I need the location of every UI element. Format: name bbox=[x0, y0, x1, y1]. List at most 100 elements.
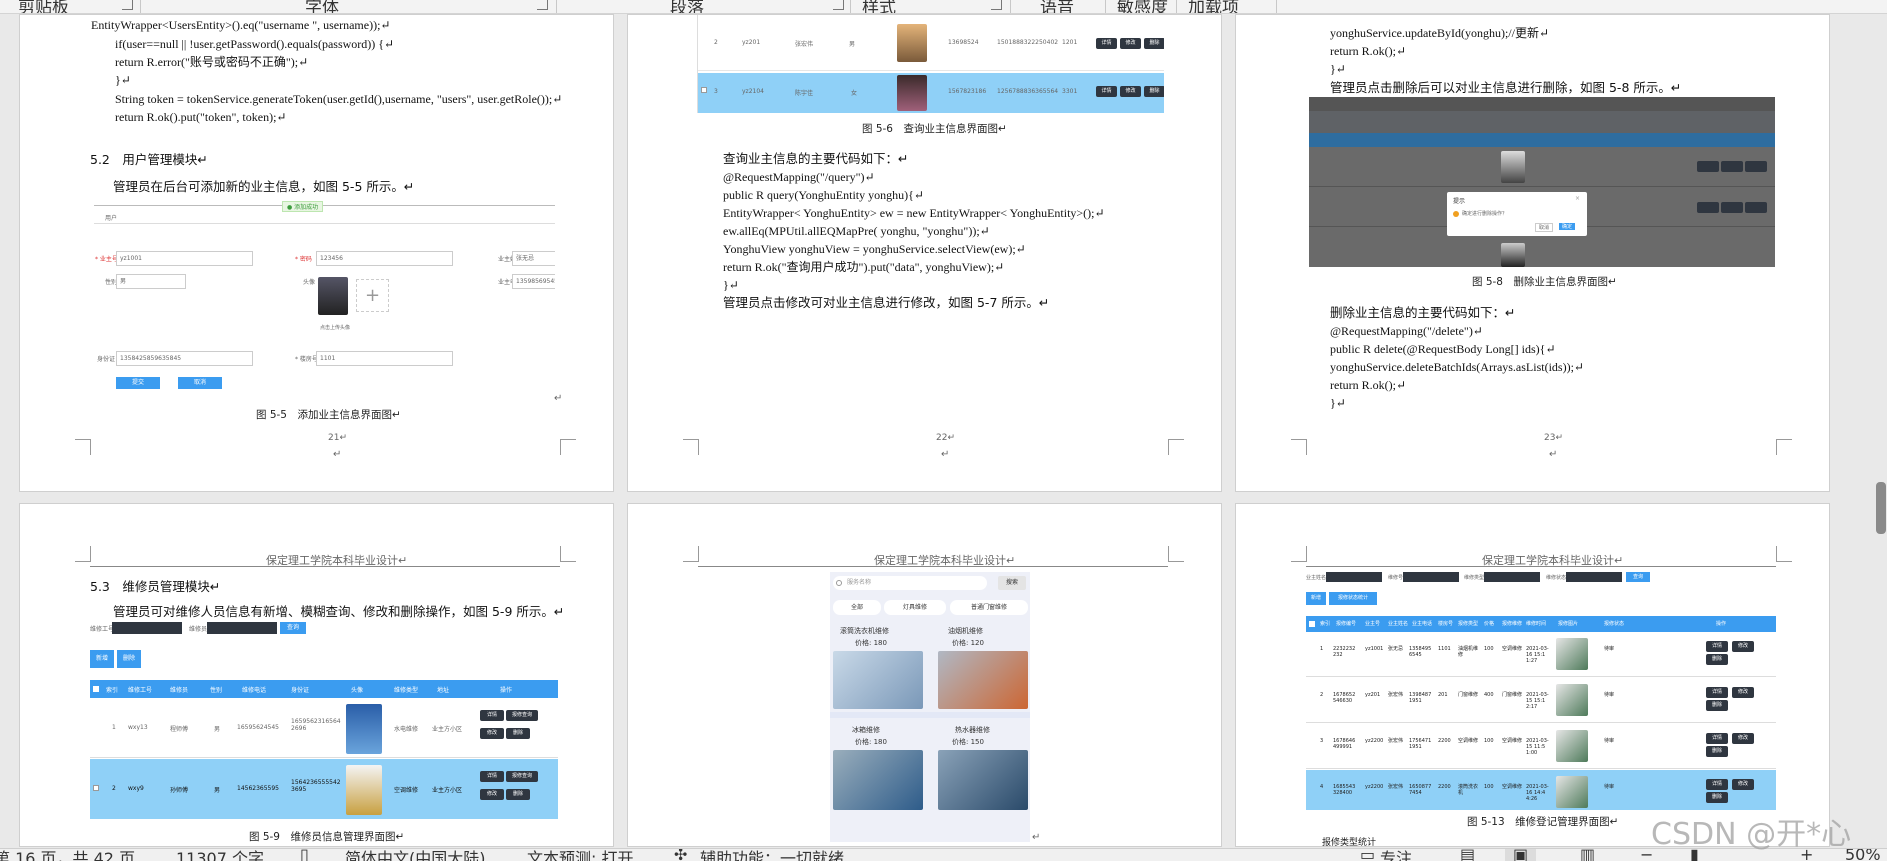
document-page-22[interactable]: 2 yz201 张宏伟 男 13698524 1501888322250402 … bbox=[627, 14, 1222, 492]
code-line: return R.ok();↵ bbox=[1330, 44, 1407, 58]
ribbon-group-addins[interactable]: 加载项 bbox=[1188, 0, 1239, 13]
cell: 16595623165642696 bbox=[291, 718, 341, 732]
code-line: String token = tokenService.generateToke… bbox=[115, 92, 563, 106]
column-header: 报修编号 bbox=[1336, 621, 1357, 627]
delete-button: 删除 bbox=[117, 650, 141, 668]
search-button: 查询 bbox=[1626, 572, 1650, 582]
column-header: 性别 bbox=[210, 687, 223, 694]
avatar-image bbox=[897, 24, 927, 62]
service-name: 热水器维修 bbox=[955, 726, 990, 734]
column-header: 报修状态 bbox=[1604, 621, 1625, 627]
column-header: 维修电话 bbox=[242, 687, 267, 694]
service-price: 价格: 180 bbox=[855, 639, 887, 647]
cell: 待审 bbox=[1604, 646, 1615, 652]
detail-button: 详情 bbox=[1706, 687, 1728, 698]
paragraph-launcher-icon[interactable] bbox=[833, 0, 844, 10]
document-page-26[interactable]: 保定理工学院本科毕业设计↵ 业主姓名 维修号 维修类型 维修状态 查询 新增 报… bbox=[1235, 503, 1830, 847]
crop-mark bbox=[1291, 439, 1307, 455]
delete-button: 删除 bbox=[1706, 746, 1728, 757]
row-checkbox bbox=[93, 785, 99, 791]
filter-label: 维修类型 bbox=[1464, 575, 1485, 581]
cell: 1678652546630 bbox=[1333, 692, 1356, 704]
cell: 陈宇佳 bbox=[795, 90, 814, 97]
vertical-scrollbar-thumb[interactable] bbox=[1876, 482, 1886, 534]
page-info[interactable]: 第 16 页，共 42 页 bbox=[0, 849, 135, 861]
warning-icon bbox=[1453, 211, 1459, 217]
cell: 男 bbox=[214, 726, 221, 733]
owner-name-input: 张无忌 bbox=[512, 251, 555, 266]
code-line: return R.error("账号或密码不正确");↵ bbox=[115, 55, 309, 69]
header-rule bbox=[698, 566, 1168, 567]
body-paragraph: 报修类型统计 bbox=[1322, 838, 1377, 847]
ribbon-group-clipboard[interactable]: 剪贴板 bbox=[18, 0, 69, 13]
focus-mode[interactable]: 专注 bbox=[1380, 849, 1412, 861]
label: 点击上传头像 bbox=[320, 325, 351, 331]
code-line: YonghuView yonghuView = yonghuService.se… bbox=[723, 242, 1026, 256]
font-launcher-icon[interactable] bbox=[537, 0, 548, 10]
text-predictions[interactable]: 文本预测: 打开 bbox=[527, 849, 633, 861]
focus-icon[interactable]: ▭ bbox=[1360, 849, 1375, 861]
code-line: @RequestMapping("/query")↵ bbox=[723, 170, 875, 184]
cell: 程师傅 bbox=[170, 726, 189, 733]
word-count[interactable]: 11307 个字 bbox=[176, 849, 264, 861]
table-row-selected: 2 wxy9 孙师傅 男 14562365595 156423655554236… bbox=[90, 759, 558, 819]
column-header: 操作 bbox=[500, 687, 513, 694]
ribbon-group-styles[interactable]: 样式 bbox=[862, 0, 896, 13]
cell: 1567823186 bbox=[948, 88, 987, 95]
read-mode-icon[interactable]: ▤ bbox=[1460, 849, 1475, 861]
id-card-input: 1358425859635845 bbox=[116, 351, 253, 366]
cell: 业主方小区 bbox=[432, 787, 463, 794]
cell: yz201 bbox=[1365, 692, 1381, 698]
document-page-24[interactable]: 保定理工学院本科毕业设计↵ 5.3 维修员管理模块↵ 管理员可对维修人员信息有新… bbox=[19, 503, 614, 847]
code-line: yonghuService.deleteBatchIds(Arrays.asLi… bbox=[1330, 360, 1584, 374]
ribbon-group-font[interactable]: 字体 bbox=[305, 0, 339, 13]
proofing-icon[interactable]: ▯ bbox=[300, 849, 309, 861]
body-paragraph: 管理员在后台可添加新的业主信息，如图 5-5 所示。↵ bbox=[113, 179, 415, 194]
crop-mark bbox=[1776, 439, 1792, 455]
detail-button: 详情 bbox=[1706, 733, 1728, 744]
cell: 3 bbox=[714, 88, 718, 95]
accessibility-status[interactable]: 辅助功能：一切就绪 bbox=[700, 849, 844, 861]
page-number: 21↵ bbox=[328, 433, 347, 443]
print-layout-icon[interactable]: ▣ bbox=[1505, 849, 1537, 861]
accessibility-icon[interactable]: ✣ bbox=[674, 849, 687, 861]
crop-mark bbox=[683, 546, 699, 562]
web-layout-icon[interactable]: ▥ bbox=[1580, 849, 1595, 861]
cell: 空调维修 bbox=[1502, 784, 1523, 790]
repair-image bbox=[1556, 776, 1588, 808]
ribbon-separator bbox=[1105, 0, 1106, 13]
body-paragraph: 查询业主信息的主要代码如下：↵ bbox=[723, 151, 909, 166]
search-button: 查询 bbox=[280, 622, 306, 634]
document-page-25[interactable]: 保定理工学院本科毕业设计↵ 服务名称 搜索 全部 灯具维修 普通门窗维修 滚筒洗… bbox=[627, 503, 1222, 847]
styles-launcher-icon[interactable] bbox=[991, 0, 1002, 10]
label: * 业主号 bbox=[95, 256, 118, 263]
cancel-button: 取消 bbox=[178, 377, 222, 389]
column-header: 价格 bbox=[1484, 621, 1495, 627]
language-indicator[interactable]: 简体中文(中国大陆) bbox=[345, 849, 486, 861]
edit-button: 修改 bbox=[1732, 733, 1754, 744]
figure-add-owner-screenshot: 用户 ● 添加成功 * 业主号 yz1001 性别 男 * 密码 123456 … bbox=[94, 201, 555, 413]
figure-repairman-screenshot: 维修工号 维修员 查询 新增 删除 索引 维修工号 维修员 性别 维修电话 身份… bbox=[90, 622, 558, 822]
document-page-23[interactable]: yonghuService.updateById(yonghu);//更新↵ r… bbox=[1235, 14, 1830, 492]
submit-button: 提交 bbox=[116, 377, 160, 389]
column-header: 业主电话 bbox=[1412, 621, 1433, 627]
password-input: 123456 bbox=[316, 251, 453, 266]
figure-repair-registration-screenshot: 业主姓名 维修号 维修类型 维修状态 查询 新增 报修状态统计 索引 报修编号 … bbox=[1306, 572, 1776, 810]
code-line: }↵ bbox=[1330, 62, 1346, 76]
clipboard-launcher-icon[interactable] bbox=[122, 0, 133, 10]
detail-button: 详情 bbox=[1096, 86, 1117, 97]
ribbon-group-sensitivity[interactable]: 敏感度 bbox=[1117, 0, 1168, 13]
filter-label: 维修号 bbox=[1388, 575, 1404, 581]
crop-mark bbox=[1168, 439, 1184, 455]
cell: yz2104 bbox=[742, 88, 764, 95]
paragraph-mark: ↵ bbox=[1032, 832, 1041, 843]
delete-button: 删除 bbox=[1144, 86, 1164, 97]
document-page-21[interactable]: EntityWrapper<UsersEntity>().eq("usernam… bbox=[19, 14, 614, 492]
cell: 张宏伟 bbox=[795, 41, 814, 48]
filter-label: 维修工号 bbox=[90, 626, 115, 633]
edit-button: 修改 bbox=[1732, 641, 1754, 652]
ribbon-group-paragraph[interactable]: 段落 bbox=[670, 0, 704, 13]
cell: 1201 bbox=[1062, 39, 1078, 46]
building-no-input: 1101 bbox=[316, 351, 453, 366]
ribbon-group-voice[interactable]: 语音 bbox=[1040, 0, 1074, 13]
